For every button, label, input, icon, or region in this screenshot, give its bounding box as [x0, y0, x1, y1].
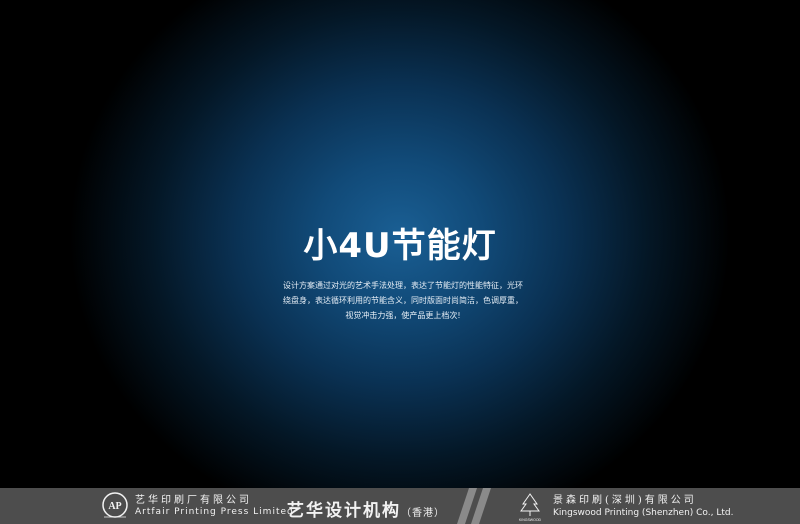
left-company-cn: 艺华印刷厂有限公司: [135, 495, 252, 506]
kingswood-tree-logo-icon: KINGSWOOD: [519, 493, 542, 522]
artfair-logo-icon: AP: [102, 492, 128, 518]
right-company-cn: 景森印刷(深圳)有限公司: [553, 495, 697, 506]
slide-description: 设计方案通过对光的艺术手法处理，表达了节能灯的性能特征，光环绕盘身，表达循环利用…: [283, 281, 523, 320]
divider-slashes-icon: [457, 488, 491, 524]
slide-title: 小4U节能灯: [303, 226, 497, 266]
right-company-en: Kingswood Printing (Shenzhen) Co., Ltd.: [553, 508, 734, 518]
slide-background: 小4U节能灯 设计方案通过对光的艺术手法处理，表达了节能灯的性能特征，光环绕盘身…: [0, 0, 800, 488]
footer-bar: AP 艺华印刷厂有限公司 Artfair Printing Press Limi…: [0, 488, 800, 524]
artfair-logo-lettering: AP: [108, 501, 121, 512]
left-company-en: Artfair Printing Press Limited: [135, 507, 294, 517]
brand-name: 艺华设计机构（香港）: [287, 496, 445, 521]
brand-main: 艺华设计机构: [287, 501, 401, 521]
kingswood-logo-lettering: KINGSWOOD: [519, 518, 542, 522]
brand-sub: （香港）: [401, 508, 445, 519]
